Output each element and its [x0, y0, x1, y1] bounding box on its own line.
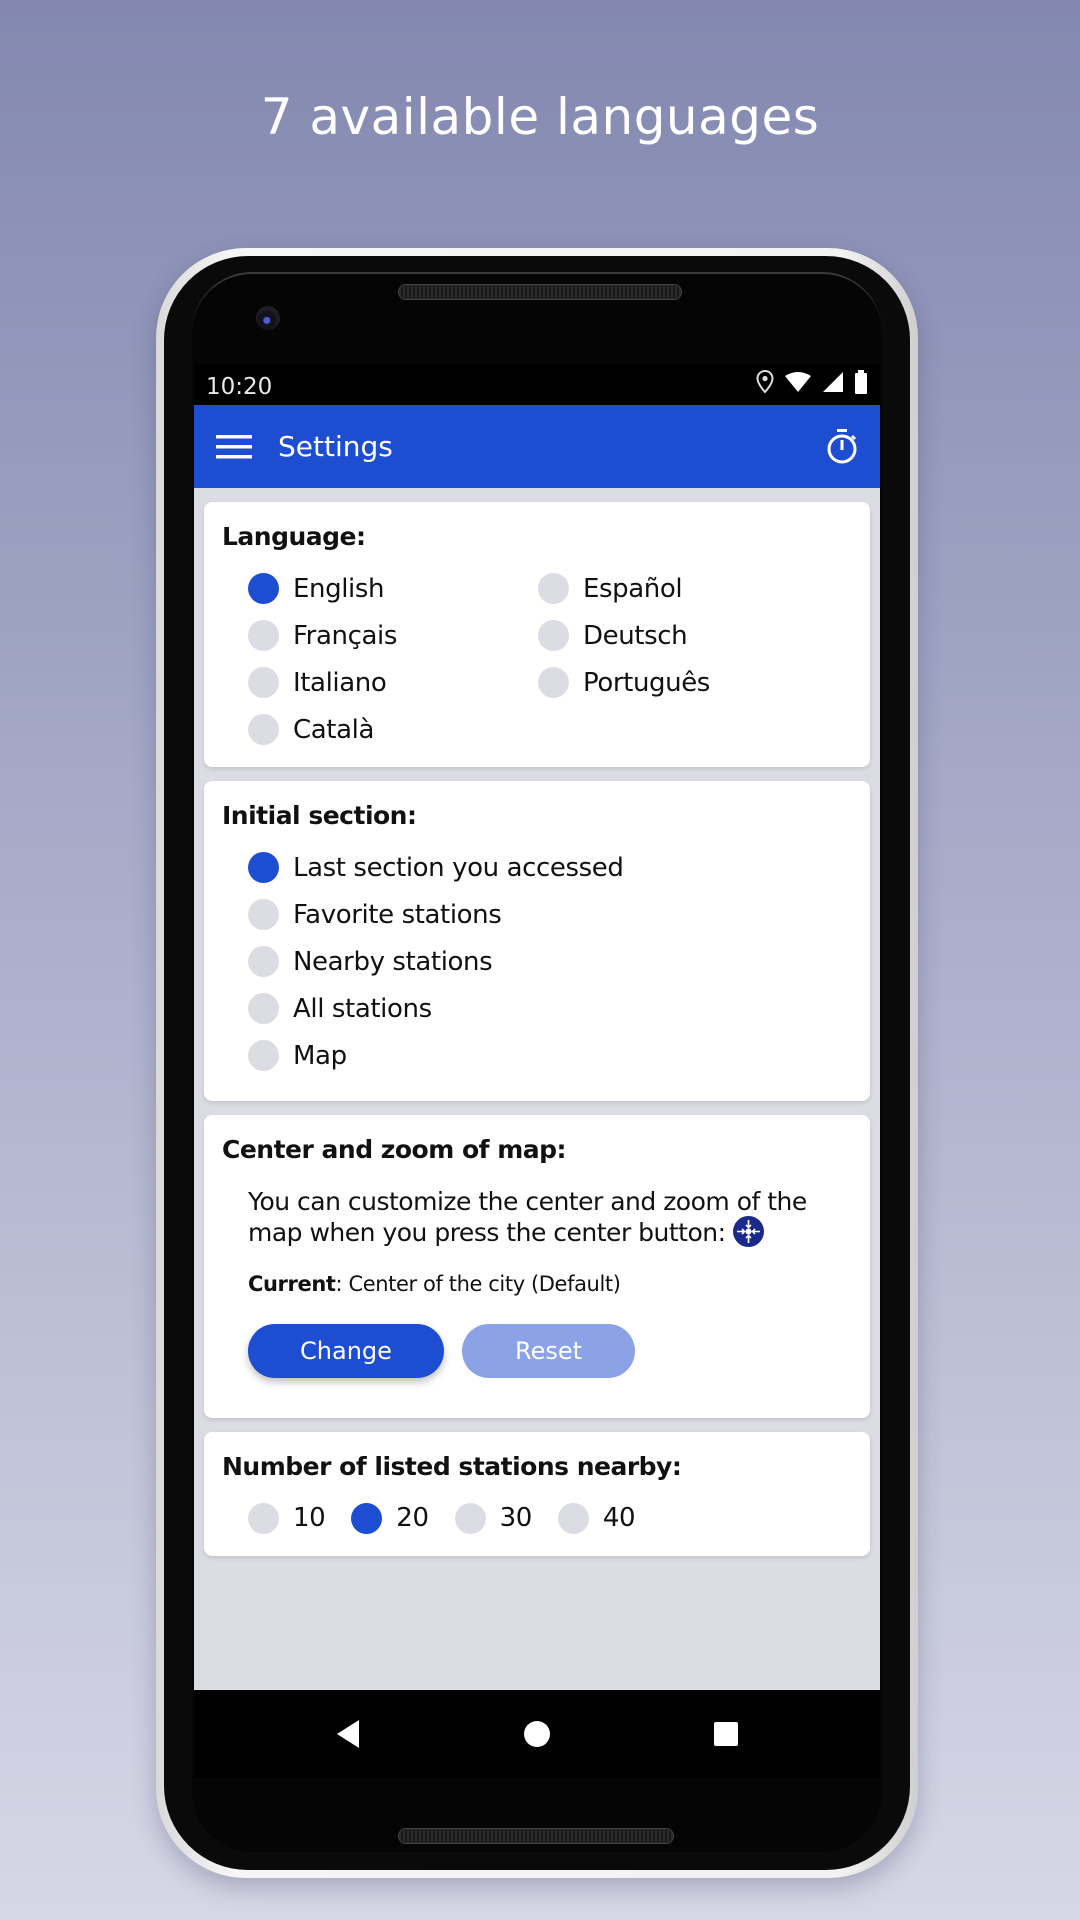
app-bar: Settings	[194, 405, 880, 488]
phone-screen: 10:20 Settings Language: English Español…	[194, 364, 880, 1778]
initial-option-map[interactable]: Map	[248, 1040, 852, 1071]
language-option-francais[interactable]: Français	[248, 620, 538, 651]
initial-section-card: Initial section: Last section you access…	[204, 781, 870, 1101]
radio-unselected-icon[interactable]	[538, 667, 569, 698]
radio-unselected-icon[interactable]	[248, 993, 279, 1024]
map-center-description: You can customize the center and zoom of…	[222, 1186, 852, 1250]
initial-option-last-section[interactable]: Last section you accessed	[248, 852, 852, 883]
option-label: Español	[583, 573, 683, 604]
radio-unselected-icon[interactable]	[248, 1040, 279, 1071]
nearby-option-20[interactable]: 20	[351, 1502, 429, 1534]
language-card: Language: English Español Français Deuts…	[204, 502, 870, 767]
status-bar: 10:20	[194, 364, 880, 405]
front-camera	[256, 306, 280, 330]
current-label: Current	[248, 1271, 336, 1296]
radio-selected-icon[interactable]	[248, 573, 279, 604]
option-label: 20	[396, 1503, 429, 1533]
language-title: Language:	[222, 522, 366, 551]
radio-unselected-icon[interactable]	[248, 899, 279, 930]
current-center-value: Current: Center of the city (Default)	[222, 1272, 852, 1296]
radio-selected-icon[interactable]	[351, 1502, 383, 1534]
system-nav-bar	[194, 1690, 880, 1778]
hamburger-menu-icon[interactable]	[216, 434, 252, 460]
option-label: Last section you accessed	[293, 852, 624, 883]
language-option-espanol[interactable]: Español	[538, 573, 828, 604]
language-option-italiano[interactable]: Italiano	[248, 667, 538, 698]
option-label: English	[293, 573, 385, 604]
radio-unselected-icon[interactable]	[538, 573, 569, 604]
map-center-title: Center and zoom of map:	[222, 1135, 567, 1164]
language-options: English Español Français Deutsch Italian…	[222, 573, 852, 745]
page-title: Settings	[278, 430, 393, 463]
initial-option-favorite-stations[interactable]: Favorite stations	[248, 899, 852, 930]
option-label: 10	[293, 1503, 326, 1533]
description-text: You can customize the center and zoom of…	[248, 1187, 807, 1247]
option-label: Nearby stations	[293, 946, 493, 977]
option-label: 40	[602, 1503, 636, 1533]
radio-selected-icon[interactable]	[248, 852, 279, 883]
option-label: 30	[499, 1503, 533, 1533]
radio-unselected-icon[interactable]	[248, 714, 279, 745]
radio-unselected-icon[interactable]	[248, 1502, 279, 1534]
home-icon[interactable]	[517, 1714, 557, 1754]
radio-unselected-icon[interactable]	[454, 1502, 486, 1534]
location-icon	[756, 369, 774, 400]
radio-unselected-icon[interactable]	[248, 620, 279, 651]
initial-option-nearby-stations[interactable]: Nearby stations	[248, 946, 852, 977]
wifi-icon	[784, 371, 812, 399]
bottom-speaker	[398, 1828, 674, 1844]
promo-headline: 7 available languages	[260, 88, 820, 146]
option-label: All stations	[293, 993, 432, 1024]
nearby-count-title: Number of listed stations nearby:	[222, 1451, 682, 1481]
radio-unselected-icon[interactable]	[538, 620, 569, 651]
map-center-actions: Change Reset	[222, 1323, 852, 1378]
radio-unselected-icon[interactable]	[248, 946, 279, 977]
signal-icon	[822, 371, 844, 399]
nearby-count-options: 10 20 30 40	[222, 1502, 852, 1534]
battery-icon	[854, 369, 868, 400]
language-option-english[interactable]: English	[248, 573, 538, 604]
option-label: Português	[583, 667, 710, 698]
initial-section-options: Last section you accessed Favorite stati…	[222, 852, 852, 1071]
stopwatch-icon[interactable]	[826, 428, 858, 465]
current-value: : Center of the city (Default)	[335, 1271, 621, 1296]
option-label: Favorite stations	[293, 899, 502, 930]
nearby-option-40[interactable]: 40	[557, 1502, 636, 1534]
language-option-catala[interactable]: Català	[248, 714, 538, 745]
option-label: Français	[293, 620, 397, 651]
recents-icon[interactable]	[706, 1714, 746, 1754]
reset-button[interactable]: Reset	[462, 1323, 635, 1378]
nearby-count-card: Number of listed stations nearby: 10 20 …	[204, 1431, 870, 1556]
back-icon[interactable]	[328, 1714, 368, 1754]
initial-option-all-stations[interactable]: All stations	[248, 993, 852, 1024]
status-time: 10:20	[206, 373, 273, 400]
initial-section-title: Initial section:	[222, 801, 417, 830]
option-label: Italiano	[293, 667, 387, 698]
option-label: Català	[293, 714, 374, 745]
language-option-portugues[interactable]: Português	[538, 667, 828, 698]
center-map-icon	[733, 1215, 764, 1247]
radio-unselected-icon[interactable]	[557, 1502, 589, 1534]
radio-unselected-icon[interactable]	[248, 667, 279, 698]
option-label: Deutsch	[583, 620, 688, 651]
language-option-deutsch[interactable]: Deutsch	[538, 620, 828, 651]
nearby-option-10[interactable]: 10	[248, 1502, 326, 1534]
change-button[interactable]: Change	[248, 1323, 444, 1378]
option-label: Map	[293, 1040, 347, 1071]
nearby-option-30[interactable]: 30	[454, 1502, 533, 1534]
map-center-card: Center and zoom of map: You can customiz…	[204, 1115, 870, 1418]
earpiece-speaker	[398, 284, 682, 300]
settings-content: Language: English Español Français Deuts…	[194, 488, 880, 1556]
